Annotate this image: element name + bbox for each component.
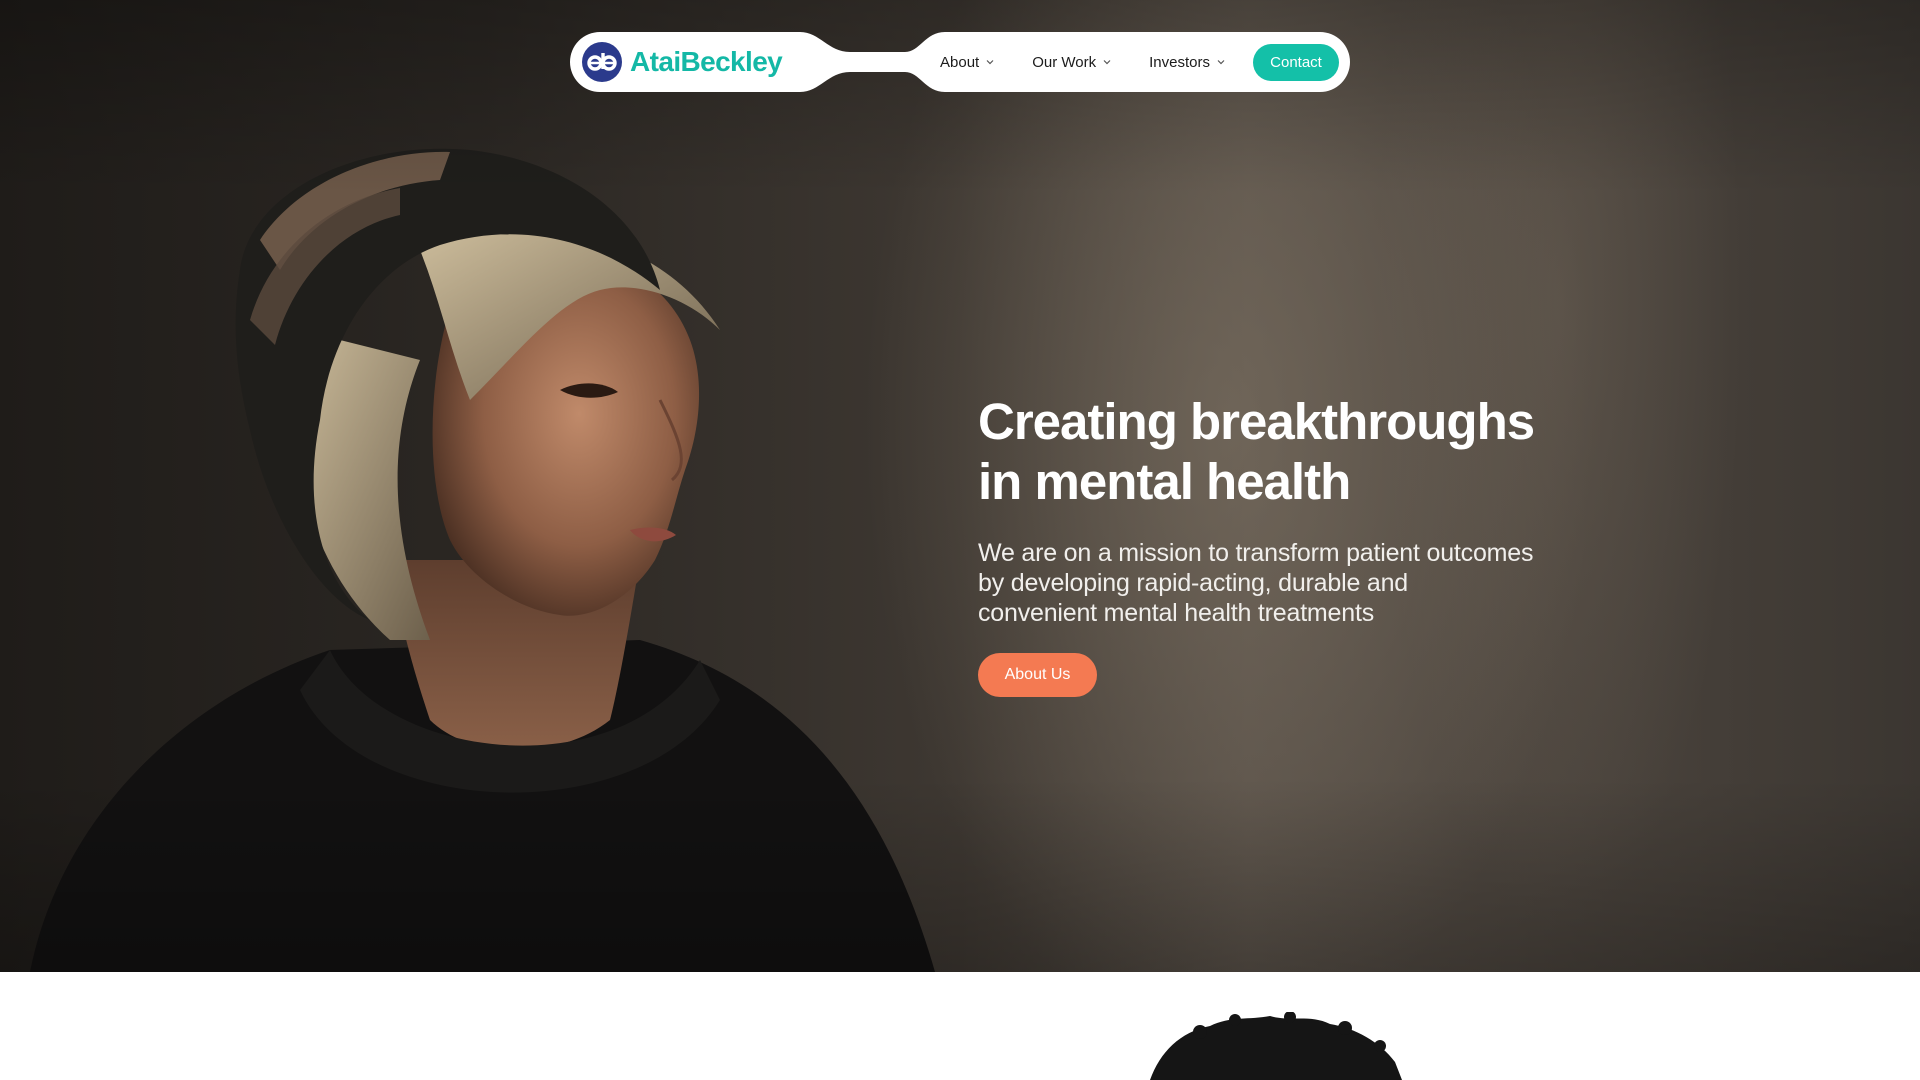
contact-button[interactable]: Contact (1253, 44, 1339, 81)
hero-title-line-2: in mental health (978, 453, 1351, 510)
hero-overlay (0, 0, 1920, 972)
top-navigation: AtaiBeckley About Our Work Investors Con… (570, 32, 1350, 92)
chevron-down-icon (1103, 60, 1111, 65)
hero-subtitle-line-3: convenient mental health treatments (978, 599, 1375, 627)
nav-item-label: About (940, 53, 980, 71)
brand-logo-link[interactable]: AtaiBeckley (582, 40, 783, 84)
chevron-down-icon (1217, 60, 1225, 65)
nav-item-about[interactable]: About (940, 54, 995, 71)
next-section-portrait-image (1150, 1012, 1402, 1080)
hero-title-line-1: Creating breakthroughs (978, 393, 1535, 450)
ab-monogram-icon (582, 42, 622, 82)
nav-item-our-work[interactable]: Our Work (1032, 54, 1112, 71)
next-section (0, 972, 1920, 1080)
nav-item-label: Our Work (1032, 53, 1097, 71)
hero-title: Creating breakthroughs in mental health (978, 392, 1618, 512)
hero-subtitle-line-1: We are on a mission to transform patient… (978, 539, 1534, 567)
brand-name: AtaiBeckley (630, 46, 783, 77)
nav-menu: About Our Work Investors (940, 32, 1263, 92)
hero-subtitle-line-2: by developing rapid-acting, durable and (978, 569, 1409, 597)
hero-section: AtaiBeckley About Our Work Investors Con… (0, 0, 1920, 972)
chevron-down-icon (986, 60, 994, 65)
nav-item-investors[interactable]: Investors (1149, 54, 1226, 71)
hero-content: Creating breakthroughs in mental health … (978, 392, 1618, 697)
about-us-button[interactable]: About Us (978, 653, 1097, 697)
nav-item-label: Investors (1149, 53, 1210, 71)
hero-subtitle: We are on a mission to transform patient… (978, 538, 1618, 628)
